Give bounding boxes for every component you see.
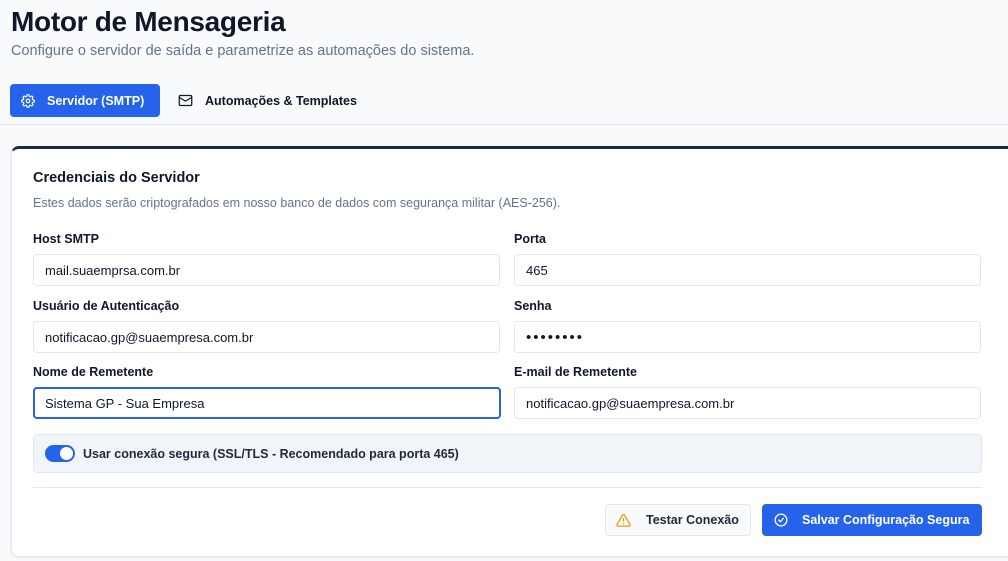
test-connection-button[interactable]: Testar Conexão: [605, 504, 751, 536]
card-description: Estes dados serão criptografados em noss…: [33, 196, 561, 210]
warning-icon: [616, 513, 631, 528]
smtp-credentials-card: Credenciais do Servidor Estes dados serã…: [11, 146, 1008, 557]
ssl-option-row: Usar conexão segura (SSL/TLS - Recomenda…: [33, 434, 982, 473]
tab-automations-templates[interactable]: Automações & Templates: [167, 84, 368, 117]
user-input[interactable]: [33, 321, 500, 353]
ssl-toggle[interactable]: [45, 445, 75, 462]
tabs-divider: [0, 124, 1008, 125]
gear-icon: [21, 93, 35, 108]
ssl-label: Usar conexão segura (SSL/TLS - Recomenda…: [83, 446, 459, 461]
user-label: Usuário de Autenticação: [33, 299, 180, 313]
save-configuration-button[interactable]: Salvar Configuração Segura: [762, 504, 982, 536]
tab-smtp-server[interactable]: Servidor (SMTP): [10, 84, 160, 117]
password-input[interactable]: [514, 321, 981, 353]
host-label: Host SMTP: [33, 232, 99, 246]
tab-label: Servidor (SMTP): [47, 93, 145, 108]
card-title: Credenciais do Servidor: [33, 170, 200, 186]
page-title: Motor de Mensageria: [11, 6, 286, 37]
sender-name-input[interactable]: [33, 387, 501, 419]
mail-icon: [178, 93, 193, 108]
sender-name-label: Nome de Remetente: [33, 365, 154, 379]
sender-email-label: E-mail de Remetente: [514, 365, 637, 379]
test-connection-label: Testar Conexão: [646, 513, 739, 527]
tab-bar: Servidor (SMTP) Automações & Templates: [10, 84, 1008, 117]
port-input[interactable]: [514, 254, 981, 286]
save-configuration-label: Salvar Configuração Segura: [802, 513, 970, 527]
password-label: Senha: [514, 299, 552, 313]
tab-label: Automações & Templates: [205, 93, 357, 108]
port-label: Porta: [514, 232, 546, 246]
check-circle-icon: [774, 513, 788, 527]
sender-email-input[interactable]: [514, 387, 981, 419]
toggle-knob: [60, 447, 73, 460]
page-subtitle: Configure o servidor de saída e parametr…: [11, 43, 475, 59]
host-input[interactable]: [33, 254, 500, 286]
card-divider: [33, 487, 982, 488]
